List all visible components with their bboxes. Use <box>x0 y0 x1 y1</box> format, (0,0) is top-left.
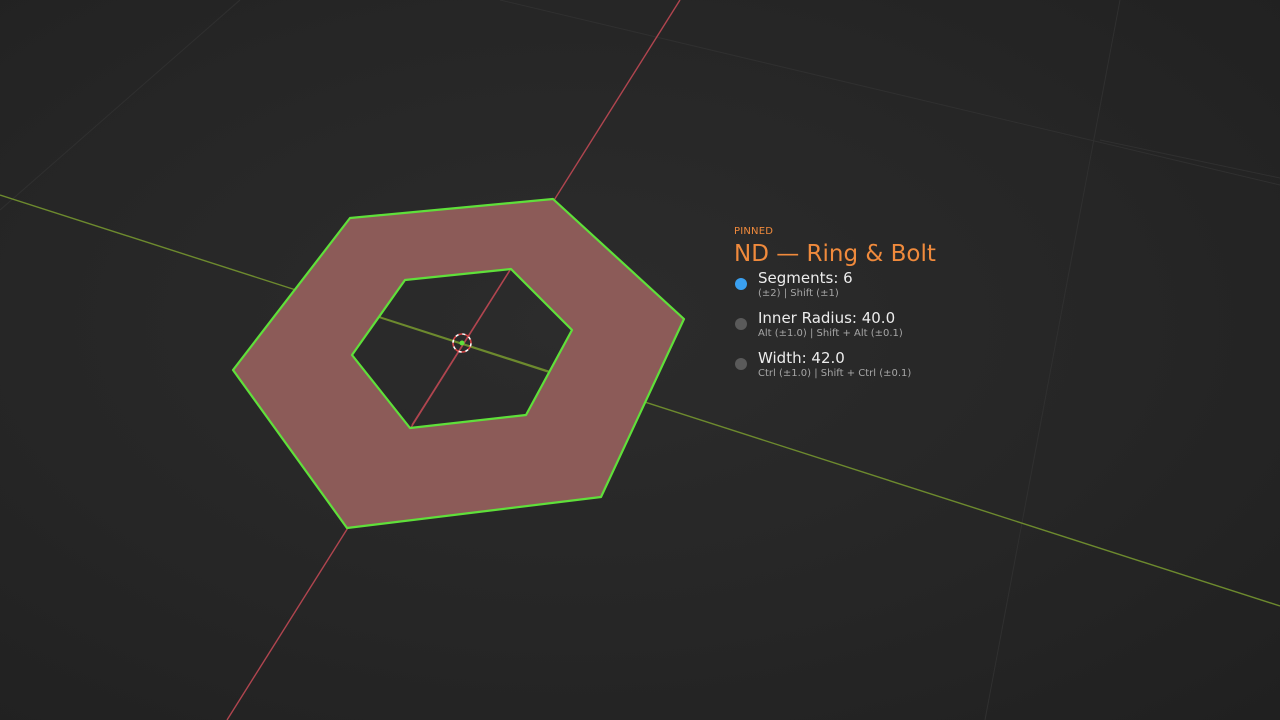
hud-item-hint: (±2) | Shift (±1) <box>758 288 839 299</box>
inactive-dot-icon <box>735 358 747 370</box>
grid-line <box>1099 139 1280 179</box>
hud-title: ND — Ring & Bolt <box>734 241 936 267</box>
pinned-badge: PINNED <box>734 226 774 237</box>
hud-item-segments[interactable]: Segments: 6 (±2) | Shift (±1) <box>734 269 936 309</box>
operator-hud: PINNED ND — Ring & Bolt Segments: 6 (±2)… <box>734 226 936 389</box>
hud-item-inner-radius[interactable]: Inner Radius: 40.0 Alt (±1.0) | Shift + … <box>734 309 936 349</box>
hex-ring-face[interactable] <box>233 199 684 528</box>
hud-item-label: Segments: 6 <box>758 269 853 287</box>
grid-line <box>984 0 1121 720</box>
hud-item-label: Width: 42.0 <box>758 349 845 367</box>
viewport-scene[interactable] <box>0 0 1280 720</box>
hud-item-hint: Ctrl (±1.0) | Shift + Ctrl (±0.1) <box>758 368 912 379</box>
inactive-dot-icon <box>735 318 747 330</box>
hud-item-label: Inner Radius: 40.0 <box>758 309 896 327</box>
y-axis-through-hole <box>411 269 511 426</box>
active-dot-icon <box>735 278 747 290</box>
grid-line <box>0 0 241 211</box>
grid-line <box>499 0 1280 186</box>
hud-item-hint: Alt (±1.0) | Shift + Alt (±0.1) <box>758 328 903 339</box>
3d-viewport[interactable]: PINNED ND — Ring & Bolt Segments: 6 (±2)… <box>0 0 1280 720</box>
cursor-3d-icon[interactable] <box>452 333 472 353</box>
hud-item-width[interactable]: Width: 42.0 Ctrl (±1.0) | Shift + Ctrl (… <box>734 349 936 389</box>
